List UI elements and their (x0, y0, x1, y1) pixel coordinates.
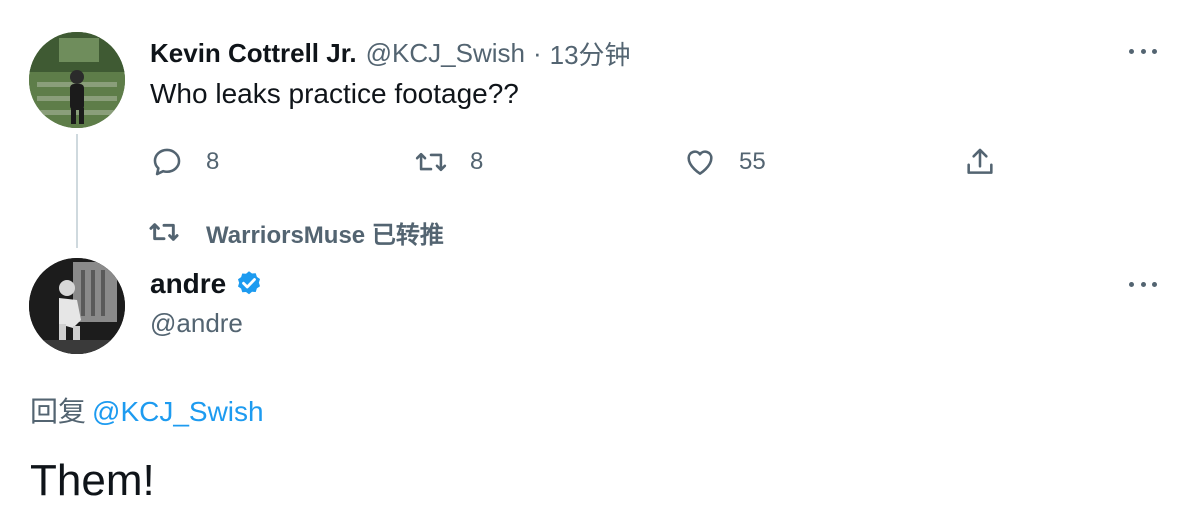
reply-count: 8 (206, 148, 220, 175)
tweet-header: Kevin Cottrell Jr. @KCJ_Swish · 13分钟 (150, 36, 631, 70)
like-icon (687, 150, 713, 175)
more-icon[interactable] (1123, 272, 1163, 296)
retweeted-by-label: WarriorsMuse 已转推 (206, 221, 444, 249)
retweet-icon (415, 152, 447, 172)
reply-icon (153, 148, 181, 176)
author-name[interactable]: Kevin Cottrell Jr. (150, 38, 357, 69)
avatar-photo (29, 258, 125, 354)
replying-to: 回复 @KCJ_Swish (30, 390, 264, 430)
tweet-text: Them! (30, 456, 155, 505)
author-handle[interactable]: @KCJ_Swish (366, 38, 525, 69)
share-button[interactable] (963, 140, 997, 184)
tweet-thread: Kevin Cottrell Jr. @KCJ_Swish · 13分钟 Who… (0, 0, 1194, 522)
more-icon[interactable] (1123, 39, 1163, 63)
reply-mention-link[interactable]: @KCJ_Swish (92, 396, 264, 427)
author-handle[interactable]: @andre (150, 308, 243, 339)
share-icon (967, 148, 993, 174)
author-name-row: andre (150, 266, 264, 302)
author-avatar[interactable] (29, 258, 125, 354)
retweet-button[interactable]: 8 (414, 140, 483, 184)
like-count: 55 (739, 148, 766, 175)
author-avatar[interactable] (29, 32, 125, 128)
author-name[interactable]: andre (150, 268, 226, 300)
retweet-count: 8 (470, 148, 484, 175)
retweeted-by[interactable]: WarriorsMuse 已转推 (148, 214, 444, 250)
separator-dot: · (532, 37, 542, 68)
verified-badge-icon (238, 271, 261, 295)
replying-to-label: 回复 (30, 396, 87, 427)
avatar-photo (29, 32, 125, 128)
like-button[interactable]: 55 (683, 140, 766, 184)
tweet-actions: 8 8 55 (0, 140, 1194, 184)
reply-button[interactable]: 8 (150, 140, 219, 184)
retweet-icon (149, 223, 179, 241)
tweet-timestamp[interactable]: 13分钟 (550, 35, 631, 72)
tweet-text: Who leaks practice footage?? (150, 78, 519, 109)
